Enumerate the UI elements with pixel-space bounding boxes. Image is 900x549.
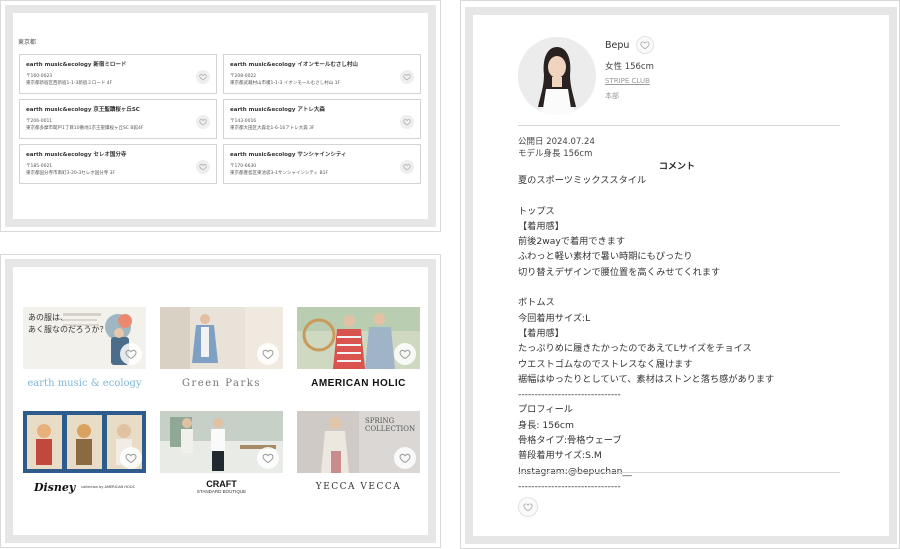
brand-logo-text: AMERICAN HOLIC	[311, 377, 406, 389]
brand-tile-craft[interactable]: CRAFT STANDARD BOUTIQUE	[160, 411, 283, 501]
brand-logo-text: YECCA VECCA	[315, 482, 402, 492]
store-name: earth music&ecology セレオ国分寺	[26, 152, 127, 158]
brand-logo-text: earth music & ecology	[27, 377, 142, 389]
favorite-heart-icon[interactable]	[196, 160, 210, 174]
store-card[interactable]: earth music&ecology 新宿ミロード 〒160-0023 東京都…	[19, 54, 217, 94]
store-address: 東京都新宿区西新宿1-1-3新宿ミロード 4F	[26, 81, 113, 86]
store-list-panel: 東京都 earth music&ecology 新宿ミロード 〒160-0023…	[0, 0, 441, 232]
avatar[interactable]	[518, 37, 596, 115]
model-height: モデル身長 156cm	[518, 149, 593, 159]
brand-tile-green-parks[interactable]: Green Parks	[160, 307, 283, 397]
brand-image[interactable]	[23, 411, 146, 473]
store-card[interactable]: earth music&ecology 京王聖蹟桜ヶ丘SC 〒206-0011 …	[19, 99, 217, 139]
favorite-heart-icon[interactable]	[400, 115, 414, 129]
favorite-heart-icon[interactable]	[257, 343, 279, 365]
coordinate-detail-panel: Bepu 女性 156cm STRIPE CLUB 本部 公開日 2024.07…	[460, 0, 900, 549]
store-zip: 〒170-6630	[230, 164, 257, 169]
brand-grid-panel: あの服は、 あく服なのだろうか？ earth music & ecology G…	[0, 254, 441, 548]
store-zip: 〒185-0021	[26, 164, 53, 169]
published-date: 公開日 2024.07.24	[518, 137, 595, 147]
store-card[interactable]: earth music&ecology イオンモールむさし村山 〒208-002…	[223, 54, 421, 94]
divider	[518, 472, 840, 473]
brand-image[interactable]	[160, 307, 283, 369]
brand-link[interactable]: STRIPE CLUB	[605, 77, 650, 85]
store-zip: 〒160-0023	[26, 74, 53, 79]
store-name: earth music&ecology 新宿ミロード	[26, 62, 127, 68]
store-address: 東京都大田区大森北1-6-16アトレ大森 3F	[230, 126, 315, 131]
store-name: earth music&ecology サンシャインシティ	[230, 152, 347, 158]
brand-logo: earth music & ecology	[23, 369, 146, 397]
brand-tile-disney[interactable]: Disney collection by AMERICAN HOLIC	[23, 411, 146, 501]
favorite-heart-icon[interactable]	[196, 115, 210, 129]
store-card[interactable]: earth music&ecology アトレ大森 〒143-0016 東京都大…	[223, 99, 421, 139]
avatar-photo	[518, 37, 596, 115]
store-address: 東京都武蔵村山市榎1-1-3 イオンモールむさし村山 1F	[230, 81, 341, 86]
brand-tile-american-holic[interactable]: AMERICAN HOLIC	[297, 307, 420, 397]
store-address: 東京都国分寺市南町3-20-3セレオ国分寺 3F	[26, 171, 116, 176]
brand-logo-text: Green Parks	[182, 377, 261, 389]
model-meta: 女性 156cm	[605, 62, 654, 72]
favorite-heart-icon[interactable]	[394, 343, 416, 365]
brand-image-caption: SPRING COLLECTION	[365, 417, 416, 433]
brand-logo-subtext: collection by AMERICAN HOLIC	[81, 485, 136, 489]
store-name: earth music&ecology 京王聖蹟桜ヶ丘SC	[26, 107, 140, 113]
store-zip: 〒143-0016	[230, 119, 257, 124]
favorite-heart-icon[interactable]	[120, 343, 142, 365]
region-label: 東京都	[18, 39, 37, 46]
comment-body: 夏のスポーツミックススタイル トップス 【着用感】 前後2wayで着用できます …	[518, 175, 775, 492]
brand-tile-yecca-vecca[interactable]: SPRING COLLECTION YECCA VECCA	[297, 411, 420, 501]
brand-image[interactable]: SPRING COLLECTION	[297, 411, 420, 473]
store-address: 東京都豊島区東池袋3-1サンシャインシティ B1F	[230, 171, 329, 176]
favorite-heart-icon[interactable]	[400, 160, 414, 174]
model-name: Bepu	[605, 40, 630, 51]
brand-image[interactable]	[160, 411, 283, 473]
favorite-heart-icon[interactable]	[120, 447, 142, 469]
brand-image[interactable]	[297, 307, 420, 369]
favorite-heart-icon[interactable]	[518, 497, 538, 517]
brand-logo-text: CRAFT	[206, 478, 237, 489]
brand-logo: Green Parks	[160, 369, 283, 397]
store-zip: 〒208-0022	[230, 74, 257, 79]
favorite-heart-icon[interactable]	[636, 36, 654, 54]
favorite-heart-icon[interactable]	[394, 447, 416, 469]
store-card[interactable]: earth music&ecology セレオ国分寺 〒185-0021 東京都…	[19, 144, 217, 184]
store-address: 東京都多摩市関戸1丁目10番地1京王聖蹟桜ヶ丘SC B館4F	[26, 126, 144, 131]
brand-logo: YECCA VECCA	[297, 473, 420, 501]
favorite-heart-icon[interactable]	[400, 70, 414, 84]
model-location: 本部	[605, 92, 619, 100]
brand-logo: AMERICAN HOLIC	[297, 369, 420, 397]
store-card[interactable]: earth music&ecology サンシャインシティ 〒170-6630 …	[223, 144, 421, 184]
comment-title: コメント	[659, 162, 696, 172]
brand-logo-text: Disney	[33, 480, 76, 494]
favorite-heart-icon[interactable]	[196, 70, 210, 84]
brand-logo: CRAFT STANDARD BOUTIQUE	[160, 473, 283, 501]
store-zip: 〒206-0011	[26, 119, 53, 124]
brand-logo-subtext: STANDARD BOUTIQUE	[196, 488, 247, 494]
divider	[518, 125, 840, 126]
brand-tile-earth[interactable]: あの服は、 あく服なのだろうか？ earth music & ecology	[23, 307, 146, 397]
store-name: earth music&ecology イオンモールむさし村山	[230, 62, 358, 68]
brand-image[interactable]: あの服は、 あく服なのだろうか？	[23, 307, 146, 369]
brand-image-caption: あの服は、 あく服なのだろうか？	[28, 313, 108, 334]
store-name: earth music&ecology アトレ大森	[230, 107, 325, 113]
favorite-heart-icon[interactable]	[257, 447, 279, 469]
brand-logo: Disney collection by AMERICAN HOLIC	[23, 473, 146, 501]
